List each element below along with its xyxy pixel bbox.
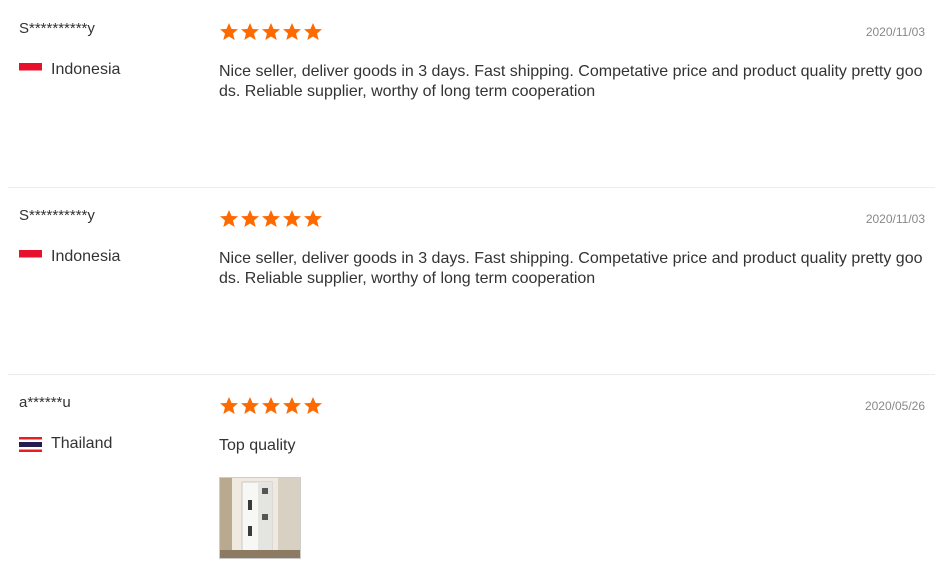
star-icon: [303, 209, 323, 229]
review-date: 2020/11/03: [865, 212, 925, 226]
rating-stars: [219, 209, 323, 229]
rating-stars: [219, 396, 323, 416]
star-icon: [261, 22, 281, 42]
star-icon: [219, 396, 239, 416]
review-photo-thumbnail[interactable]: [219, 477, 301, 559]
buyer-country: Indonesia: [19, 248, 120, 266]
review-date: 2020/11/03: [865, 25, 925, 39]
star-icon: [282, 396, 302, 416]
thailand-flag-icon: [19, 436, 42, 452]
star-icon: [219, 209, 239, 229]
star-icon: [303, 22, 323, 42]
star-icon: [282, 209, 302, 229]
review-list: S**********y Indonesia 2020/11/03 Nice s…: [0, 0, 949, 583]
review-text: Nice seller, deliver goods in 3 days. Fa…: [219, 250, 923, 287]
buyer-name: a******u: [19, 394, 71, 411]
review-item: a******u Thailand 2020/05/26 Top quality: [8, 374, 935, 583]
buyer-country: Indonesia: [19, 61, 120, 79]
product-photo-image: [220, 478, 300, 558]
country-name: Thailand: [51, 435, 113, 452]
country-name: Indonesia: [51, 61, 121, 78]
buyer-name: S**********y: [19, 20, 95, 37]
star-icon: [261, 209, 281, 229]
review-text: Top quality: [219, 437, 296, 454]
review-item: S**********y Indonesia 2020/11/03 Nice s…: [8, 187, 935, 375]
indonesia-flag-icon: [19, 249, 42, 265]
review-date: 2020/05/26: [864, 399, 925, 413]
star-icon: [261, 396, 281, 416]
star-icon: [219, 22, 239, 42]
indonesia-flag-icon: [19, 62, 42, 78]
country-name: Indonesia: [51, 248, 121, 265]
star-icon: [240, 209, 260, 229]
rating-stars: [219, 22, 323, 42]
star-icon: [240, 22, 260, 42]
review-item: S**********y Indonesia 2020/11/03 Nice s…: [8, 0, 935, 188]
star-icon: [240, 396, 260, 416]
star-icon: [303, 396, 323, 416]
star-icon: [282, 22, 302, 42]
review-text: Nice seller, deliver goods in 3 days. Fa…: [219, 63, 923, 100]
buyer-name: S**********y: [19, 207, 95, 224]
buyer-country: Thailand: [19, 435, 112, 453]
